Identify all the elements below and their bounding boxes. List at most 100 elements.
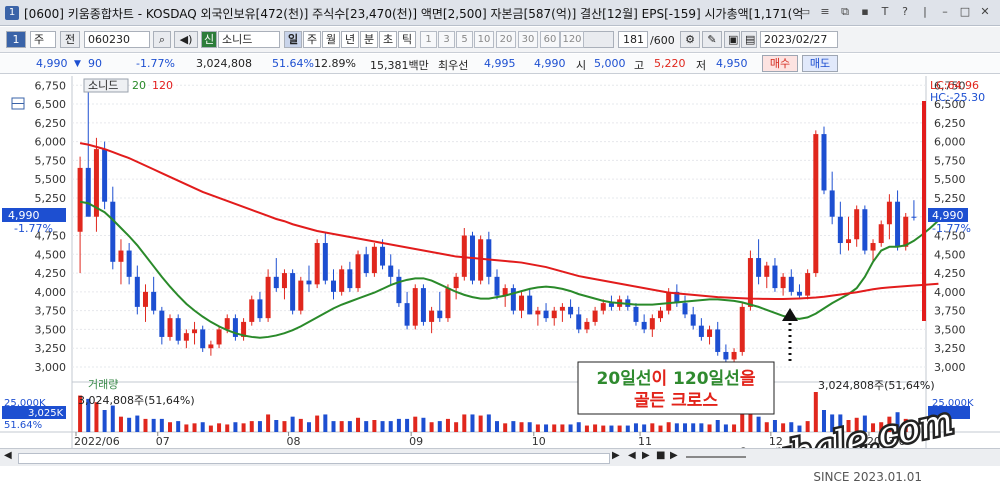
volume-bar [110, 405, 115, 432]
candle-body [126, 250, 132, 277]
close-icon[interactable]: ✕ [978, 4, 992, 20]
text-icon[interactable]: T [878, 4, 892, 20]
candle-body [290, 273, 296, 311]
prev-button[interactable]: 전 [60, 31, 80, 48]
volume-bar [102, 410, 107, 432]
play-back-icon[interactable]: ◀ [628, 450, 636, 461]
timeframe-3[interactable]: 년 [341, 31, 359, 48]
zoom-slider[interactable] [686, 456, 746, 458]
timeframe-1[interactable]: 주 [303, 31, 321, 48]
search-icon[interactable]: ⌕ [153, 31, 171, 48]
scroll-track[interactable] [18, 453, 610, 464]
scroll-left-icon[interactable]: ◀ [4, 450, 12, 461]
y-tick-label-right: 3,250 [934, 342, 966, 355]
maximize-icon[interactable]: □ [958, 4, 972, 20]
speaker-icon[interactable]: ◀) [174, 31, 198, 48]
scroll-bar[interactable]: ◀ ▶ ◀ ▶ ■ ▶ [0, 448, 1000, 466]
timeframe-0[interactable]: 일 [284, 31, 302, 48]
stock-name-field[interactable]: 소니드 [218, 31, 280, 48]
volume-bar [781, 423, 786, 432]
volume-bar [331, 421, 336, 432]
volume-bar [486, 414, 491, 432]
candle-body [519, 295, 525, 311]
candle-body [592, 310, 598, 322]
interval-1[interactable]: 1 [420, 31, 437, 48]
candle-body [543, 310, 549, 319]
left-current-price: 4,990 [8, 209, 40, 222]
timeframe-2[interactable]: 월 [322, 31, 340, 48]
candle-body [870, 243, 876, 251]
layout-icon[interactable]: ▭ [798, 4, 812, 20]
save-icon[interactable]: ▣ [724, 31, 740, 48]
candle-body [257, 299, 263, 319]
chart-area[interactable]: 3,000 3,000 3,250 3,250 3,500 3,500 3,750 3,750… [0, 76, 1000, 489]
play-fwd-icon[interactable]: ▶ [642, 450, 650, 461]
list-icon[interactable]: ≡ [818, 4, 832, 20]
next-icon[interactable]: ▶ [670, 450, 678, 461]
candle-body [788, 276, 794, 292]
date-input[interactable]: 2023/02/27 [760, 31, 838, 48]
candle-body [134, 276, 140, 307]
volume-bar [396, 418, 401, 432]
interval-30[interactable]: 30 [518, 31, 538, 48]
candle-body [608, 303, 614, 307]
stock-code-input[interactable]: 060230 [84, 31, 150, 48]
candle-body [821, 134, 827, 191]
sell-button[interactable]: 매도 [802, 55, 838, 72]
settings-icon[interactable]: ⚙ [680, 31, 700, 48]
volume-text: 3,024,808주(51,64%) [78, 394, 195, 407]
candle-body [698, 325, 704, 337]
count-input[interactable]: 181 [618, 31, 648, 48]
interval-20[interactable]: 20 [496, 31, 516, 48]
interval-120[interactable]: 120 [560, 31, 584, 48]
candle-body [878, 224, 884, 244]
volume-bar [217, 423, 222, 432]
pin-icon[interactable]: ▪ [858, 4, 872, 20]
candle-body [273, 276, 279, 289]
candle-body [649, 318, 655, 330]
volume-bar [306, 422, 311, 432]
volume-bar [601, 425, 606, 432]
volume-bar [127, 417, 132, 432]
duplicate-icon[interactable]: ⧉ [838, 4, 852, 20]
stop-icon[interactable]: ■ [656, 450, 665, 461]
y-tick-label-right: 4,250 [934, 267, 966, 280]
volume-bar [184, 424, 189, 432]
candle-body [404, 303, 410, 326]
interval-10[interactable]: 10 [474, 31, 494, 48]
tool-icon[interactable]: ✎ [702, 31, 722, 48]
y-tick-label-right: 5,250 [934, 192, 966, 205]
price-change-pct: -1.77% [136, 57, 175, 70]
buy-button[interactable]: 매수 [762, 55, 798, 72]
x-tick-label: 09 [409, 435, 423, 448]
volume-bar [609, 425, 614, 432]
scroll-right-icon[interactable]: ▶ [612, 450, 620, 461]
y-tick-label-left: 3,500 [35, 323, 67, 336]
minimize-icon[interactable]: – [938, 4, 952, 20]
candle-body [429, 310, 435, 322]
y-tick-label-left: 4,000 [35, 286, 67, 299]
volume-bar [560, 424, 565, 432]
help-icon[interactable]: ? [898, 4, 912, 20]
candle-body [339, 269, 345, 292]
volume-title: 거래량 [88, 378, 118, 391]
open-price: 5,000 [594, 57, 626, 70]
candle-body [510, 288, 516, 311]
lock-icon[interactable]: ▤ [741, 31, 757, 48]
price-chart[interactable]: 3,000 3,000 3,250 3,250 3,500 3,500 3,750 3,750… [0, 76, 1000, 489]
volume-bar [159, 418, 164, 432]
period-select[interactable]: 주 [30, 31, 56, 48]
right-range-bar [922, 101, 926, 321]
interval-3[interactable]: 3 [438, 31, 455, 48]
timeframe-6[interactable]: 틱 [398, 31, 416, 48]
timeframe-5[interactable]: 초 [379, 31, 397, 48]
candle-body [355, 254, 361, 289]
candle-body [535, 310, 541, 315]
candle-body [363, 254, 369, 274]
volume-bar [723, 424, 728, 432]
volume-bar [789, 422, 794, 432]
interval-5[interactable]: 5 [456, 31, 473, 48]
candle-body [118, 250, 124, 262]
interval-60[interactable]: 60 [540, 31, 560, 48]
timeframe-4[interactable]: 분 [360, 31, 378, 48]
